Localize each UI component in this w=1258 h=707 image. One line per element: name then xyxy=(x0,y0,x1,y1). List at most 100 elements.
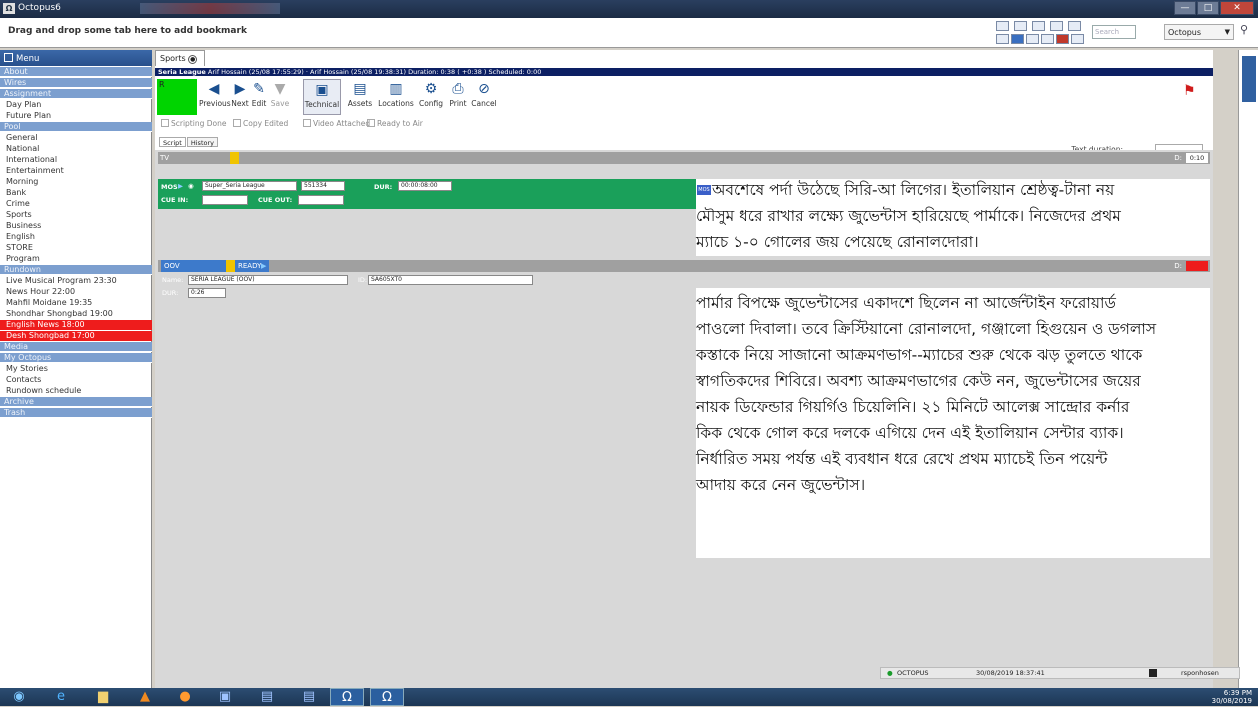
sidebar-item[interactable]: National xyxy=(0,144,152,154)
toolbar-button[interactable]: ▥ Locations xyxy=(377,79,415,115)
media-icon[interactable]: ● xyxy=(168,688,202,706)
start-icon[interactable]: ◉ xyxy=(2,688,36,706)
sidebar-item[interactable]: Program xyxy=(0,254,152,264)
side-panel-toggle[interactable] xyxy=(1242,56,1256,102)
sidebar-item[interactable]: Live Musical Program 23:30 xyxy=(0,276,152,286)
sidebar-item[interactable]: Rundown xyxy=(0,265,152,275)
sidebar-item[interactable]: Pool xyxy=(0,122,152,132)
sidebar-item[interactable]: Future Plan xyxy=(0,111,152,121)
toolbar-button[interactable]: ✎ Edit xyxy=(251,79,267,115)
checkbox[interactable]: Video Attached xyxy=(303,119,370,128)
sidebar-item[interactable]: Trash xyxy=(0,408,152,418)
app-icon[interactable]: ▤ xyxy=(250,688,284,706)
oov-id-field[interactable]: SA605XT0 xyxy=(368,275,533,285)
sidebar-item[interactable]: Morning xyxy=(0,177,152,187)
toolbar-button[interactable]: ▶ Next xyxy=(231,79,249,115)
tab-history[interactable]: History xyxy=(186,137,218,147)
sidebar-item[interactable]: Entertainment xyxy=(0,166,152,176)
sidebar-item[interactable]: International xyxy=(0,155,152,165)
sidebar-item[interactable]: Archive xyxy=(0,397,152,407)
checkbox-box[interactable] xyxy=(367,119,375,127)
toolbar-button[interactable]: ⚙ Config xyxy=(417,79,445,115)
sidebar-item[interactable]: English xyxy=(0,232,152,242)
tool-icon[interactable] xyxy=(1011,34,1024,44)
tab-sports[interactable]: Sports ● xyxy=(155,50,205,66)
mos-id-field[interactable]: 551334 xyxy=(301,181,345,191)
sidebar-item[interactable]: Business xyxy=(0,221,152,231)
sidebar-item[interactable]: STORE xyxy=(0,243,152,253)
tool-icon[interactable] xyxy=(1026,34,1039,44)
script-editor[interactable]: TV D: 0:10 MOS ▶ ◉ Super_Seria League 55… xyxy=(155,150,1213,690)
checkbox-box[interactable] xyxy=(233,119,241,127)
ie-icon[interactable]: e xyxy=(44,688,78,706)
toolbar-button[interactable]: ▣ Technical xyxy=(303,79,341,115)
mos-element[interactable]: MOS ▶ ◉ Super_Seria League 551334 DUR: 0… xyxy=(158,179,696,209)
tool-icon[interactable] xyxy=(996,34,1009,44)
sidebar-item[interactable]: English News 18:00 xyxy=(0,320,152,330)
sidebar-item[interactable]: Wires xyxy=(0,78,152,88)
sidebar-item[interactable]: Contacts xyxy=(0,375,152,385)
ready-arrow-icon[interactable]: ▶ xyxy=(261,260,266,272)
sidebar-item[interactable]: Sports xyxy=(0,210,152,220)
tool-icon[interactable] xyxy=(1056,34,1069,44)
sidebar-item[interactable]: Bank xyxy=(0,188,152,198)
tool-icon[interactable] xyxy=(1041,34,1054,44)
oov-dur-field[interactable]: 0:26 xyxy=(188,288,226,298)
mos-dur-field[interactable]: 00:00:08:00 xyxy=(398,181,452,191)
script-text-area-1[interactable]: MOS অবশেষে পর্দা উঠেছে সিরি-আ লিগের। ইতা… xyxy=(696,179,1210,256)
script-text-area-2[interactable]: পার্মার বিপক্ষে জুভেন্টাসের একাদশে ছিলেন… xyxy=(696,288,1210,558)
tab-close-icon[interactable]: ● xyxy=(188,55,198,64)
sidebar-item[interactable]: Day Plan xyxy=(0,100,152,110)
sidebar-item[interactable]: Mahfil Moidane 19:35 xyxy=(0,298,152,308)
oov-element-bar[interactable]: OOV READY ▶ D: 0:28 xyxy=(158,260,1210,272)
toolbar-button[interactable]: ▤ Assets xyxy=(345,79,375,115)
toolbar-button[interactable]: ⊘ Cancel xyxy=(471,79,497,115)
layout-icon[interactable] xyxy=(1014,21,1027,31)
folder-icon[interactable]: ▆ xyxy=(86,688,120,706)
toolbar-button[interactable]: ◀ Previous xyxy=(199,79,231,115)
tab-script[interactable]: Script xyxy=(159,137,186,147)
toolbar-button[interactable]: ▼ Save xyxy=(269,79,291,115)
sidebar-item[interactable]: Media xyxy=(0,342,152,352)
menu-header[interactable]: Menu xyxy=(0,50,152,66)
checkbox[interactable]: Scripting Done xyxy=(161,119,226,128)
search-input[interactable]: Search xyxy=(1092,25,1136,39)
sidebar-item[interactable]: News Hour 22:00 xyxy=(0,287,152,297)
play-icon[interactable]: ▶ xyxy=(178,182,183,190)
sidebar-item[interactable]: Shondhar Shongbad 19:00 xyxy=(0,309,152,319)
layout-icon[interactable] xyxy=(1068,21,1081,31)
sidebar-item[interactable]: Assignment xyxy=(0,89,152,99)
toolbar-button[interactable]: ⎙ Print xyxy=(447,79,469,115)
app-icon[interactable]: ▣ xyxy=(208,688,242,706)
checkbox-box[interactable] xyxy=(303,119,311,127)
layout-icon[interactable] xyxy=(996,21,1009,31)
octopus-task-icon[interactable]: Ω xyxy=(370,688,404,706)
vlc-icon[interactable]: ▲ xyxy=(128,688,162,706)
minimize-button[interactable]: — xyxy=(1174,1,1196,15)
sidebar-item[interactable]: Desh Shongbad 17:00 xyxy=(0,331,152,341)
sidebar-item[interactable]: General xyxy=(0,133,152,143)
close-button[interactable]: ✕ xyxy=(1220,1,1254,15)
site-select[interactable]: Octopus ▼ xyxy=(1164,24,1234,40)
layout-icon[interactable] xyxy=(1032,21,1045,31)
oov-name-field[interactable]: SERIA LEAGUE (OOV) xyxy=(188,275,348,285)
octopus-task-icon[interactable]: Ω xyxy=(330,688,364,706)
cue-out-field[interactable] xyxy=(298,195,344,205)
checkbox-box[interactable] xyxy=(161,119,169,127)
flag-icon[interactable]: ⚑ xyxy=(1183,83,1201,101)
cue-in-field[interactable] xyxy=(202,195,248,205)
sidebar-item[interactable]: Crime xyxy=(0,199,152,209)
sidebar-item[interactable]: My Stories xyxy=(0,364,152,374)
mos-name-field[interactable]: Super_Seria League xyxy=(202,181,297,191)
mos-info-icon[interactable]: ◉ xyxy=(188,182,194,190)
close-icon[interactable] xyxy=(1071,34,1084,44)
app-icon[interactable]: ▤ xyxy=(292,688,326,706)
tv-element-bar[interactable]: TV D: 0:10 xyxy=(158,152,1210,164)
tray-clock[interactable]: 6:39 PM xyxy=(1212,689,1252,697)
checkbox[interactable]: Copy Edited xyxy=(233,119,288,128)
sidebar-item[interactable]: About xyxy=(0,67,152,77)
maximize-button[interactable]: □ xyxy=(1197,1,1219,15)
search-icon[interactable]: ⚲ xyxy=(1240,23,1254,37)
layout-icon[interactable] xyxy=(1050,21,1063,31)
sidebar-item[interactable]: Rundown schedule xyxy=(0,386,152,396)
